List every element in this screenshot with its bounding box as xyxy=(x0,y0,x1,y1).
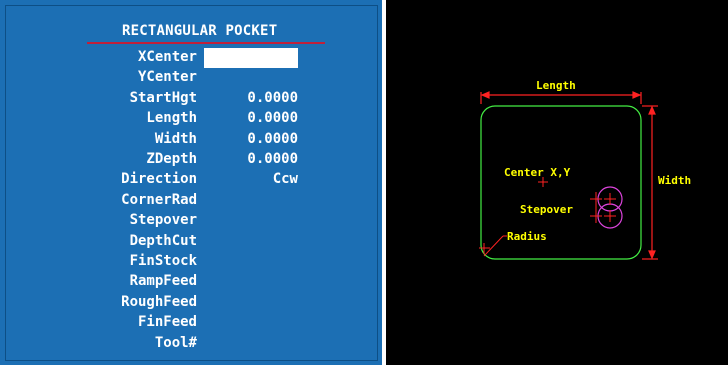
field-row-rampfeed: RampFeed xyxy=(0,272,372,292)
field-label-stepover: Stepover xyxy=(129,212,197,229)
field-row-length: Length 0.0000 xyxy=(0,109,372,129)
field-label-ycenter: YCenter xyxy=(137,69,197,86)
width-label: Width xyxy=(658,174,691,187)
field-row-zdepth: ZDepth 0.0000 xyxy=(0,150,372,170)
field-value-starthgt[interactable]: 0.0000 xyxy=(204,90,298,106)
field-label-finfeed: FinFeed xyxy=(137,314,197,331)
field-row-cornerrad: CornerRad xyxy=(0,191,372,211)
field-row-stepover: Stepover xyxy=(0,211,372,231)
field-value-zdepth[interactable]: 0.0000 xyxy=(204,151,298,167)
field-label-cornerrad: CornerRad xyxy=(121,191,197,208)
field-row-width: Width 0.0000 xyxy=(0,130,372,150)
field-row-starthgt: StartHgt 0.0000 xyxy=(0,89,372,109)
field-label-depthcut: DepthCut xyxy=(129,232,197,249)
field-label-direction: Direction xyxy=(121,171,197,188)
title-underline xyxy=(87,42,325,44)
stepover-label: Stepover xyxy=(520,203,573,216)
field-label-roughfeed: RoughFeed xyxy=(121,293,197,310)
field-label-finstock: FinStock xyxy=(129,253,197,269)
form-title: RECTANGULAR POCKET xyxy=(122,23,278,39)
field-row-ycenter: YCenter xyxy=(0,68,372,88)
field-value-width[interactable]: 0.0000 xyxy=(204,131,298,147)
field-row-tool: Tool# xyxy=(0,334,372,354)
pocket-diagram-panel: Length Width Center X,Y Stepover Radius xyxy=(386,0,728,365)
center-xy-label: Center X,Y xyxy=(504,166,571,179)
field-value-length[interactable]: 0.0000 xyxy=(204,110,298,126)
length-dimension xyxy=(480,91,642,104)
field-row-finfeed: FinFeed xyxy=(0,313,372,333)
pocket-parameters-panel: RECTANGULAR POCKET XCenter YCenter StartHg… xyxy=(0,0,382,365)
field-label-rampfeed: RampFeed xyxy=(129,273,197,290)
field-row-finstock: FinStock xyxy=(0,252,372,272)
field-row-xcenter: XCenter xyxy=(0,48,372,68)
radius-label: Radius xyxy=(507,230,547,243)
field-row-direction: Direction Ccw xyxy=(0,170,372,190)
field-row-roughfeed: RoughFeed xyxy=(0,293,372,313)
field-label-tool: Tool# xyxy=(154,334,197,351)
stepover-dimension xyxy=(590,192,616,223)
field-row-depthcut: DepthCut xyxy=(0,232,372,252)
field-label-width: Width xyxy=(154,130,197,147)
field-label-length: Length xyxy=(146,110,197,127)
length-label: Length xyxy=(536,79,576,92)
width-dimension xyxy=(642,105,658,260)
rectangular-pocket-diagram: Length Width Center X,Y Stepover Radius xyxy=(479,79,691,260)
field-label-starthgt: StartHgt xyxy=(129,89,197,106)
field-label-xcenter: XCenter xyxy=(137,49,197,65)
field-value-xcenter[interactable] xyxy=(204,48,298,68)
field-value-direction[interactable]: Ccw xyxy=(204,171,298,187)
field-label-zdepth: ZDepth xyxy=(146,151,197,167)
